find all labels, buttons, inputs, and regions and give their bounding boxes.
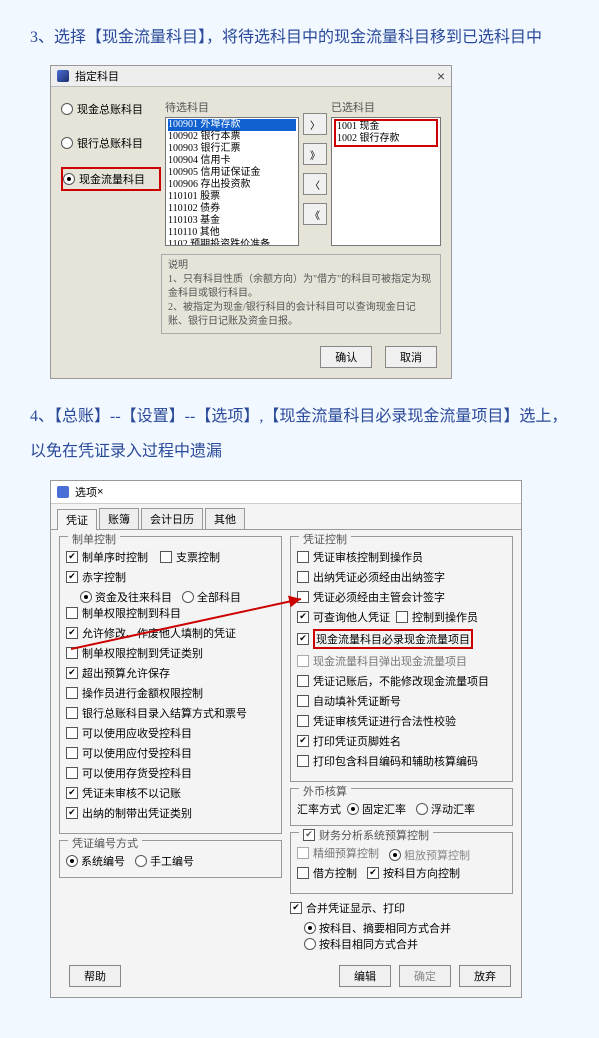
titlebar: 指定科目 × [51, 66, 451, 87]
rd-merge-by-subj[interactable]: 按科目相同方式合并 [304, 936, 418, 952]
cb-cashflow-popup[interactable]: 现金流量科目弹出现金流量项目 [297, 653, 506, 669]
app-icon [57, 70, 69, 82]
confirm-button[interactable]: 确定 [399, 965, 451, 987]
list-item[interactable]: 100904 信用卡 [168, 155, 296, 167]
edit-button[interactable]: 编辑 [339, 965, 391, 987]
pending-title: 待选科目 [165, 99, 299, 115]
tabs: 凭证 账簿 会计日历 其他 [51, 504, 521, 530]
list-item[interactable]: 1001 现金 [337, 121, 435, 133]
list-item[interactable]: 110103 基金 [168, 215, 296, 227]
cb-cashflow-required[interactable]: 现金流量科目必录现金流量项目 [297, 629, 506, 649]
help-button[interactable]: 帮助 [69, 965, 121, 987]
tab-calendar[interactable]: 会计日历 [141, 508, 203, 529]
cb-chief-sign[interactable]: 凭证必须经由主管会计签字 [297, 589, 506, 605]
rd-rough-budget[interactable]: 粗放预算控制 [389, 847, 470, 863]
list-item[interactable]: 100906 存出投资款 [168, 179, 296, 191]
rd-merge-by-subj-summary[interactable]: 按科目、摘要相同方式合并 [304, 920, 451, 936]
cb-use-ap[interactable]: 可以使用应付受控科目 [66, 745, 275, 761]
app-icon [57, 486, 69, 498]
cb-auto-fill-gap[interactable]: 自动填补凭证断号 [297, 693, 506, 709]
cb-audit-validate[interactable]: 凭证审核凭证进行合法性校验 [297, 713, 506, 729]
cb-bank-settle[interactable]: 银行总账科目录入结算方式和票号 [66, 705, 275, 721]
group-number-mode: 凭证编号方式 系统编号 手工编号 [59, 840, 282, 878]
rd-float-rate[interactable]: 浮动汇率 [416, 801, 475, 817]
step3-text: 3、选择【现金流量科目】，将待选科目中的现金流量科目移到已选科目中 [30, 20, 569, 55]
dialog-options: 选项 × 凭证 账簿 会计日历 其他 制单控制 [50, 480, 522, 998]
rd-all-accounts[interactable]: 全部科目 [182, 589, 241, 605]
cb-fine-budget[interactable]: 精细预算控制 [297, 845, 379, 861]
cb-cashier-sign[interactable]: 出纳凭证必须经由出纳签字 [297, 569, 506, 585]
list-item[interactable]: 100901 外埠存款 [168, 119, 296, 131]
group-fx: 外币核算 汇率方式 固定汇率 浮动汇率 [290, 788, 513, 826]
radio-cashflow[interactable]: 现金流量科目 [61, 167, 161, 191]
cb-debit-control[interactable]: 借方控制 [297, 865, 357, 881]
cb-query-op[interactable]: 控制到操作员 [396, 609, 478, 625]
cb-perm-type[interactable]: 制单权限控制到凭证类别 [66, 645, 275, 661]
pending-list[interactable]: 100901 外埠存款 100902 银行本票 100903 银行汇票 1009… [165, 117, 299, 246]
group-voucher-make: 制单控制 制单序时控制 支票控制 赤字控制 资金及往来科目 全部科目 制单权限控… [59, 536, 282, 834]
list-item[interactable]: 100905 信用证保证金 [168, 167, 296, 179]
list-item[interactable]: 110101 股票 [168, 191, 296, 203]
step4-text: 4、【总账】--【设置】--【选项】,【现金流量科目必录现金流量项目】选上，以免… [30, 399, 569, 469]
selected-list[interactable]: 1001 现金 1002 银行存款 [331, 117, 441, 246]
move-right-all-button[interactable]: 》 [303, 143, 327, 165]
list-item[interactable]: 110102 债券 [168, 203, 296, 215]
radio-bank[interactable]: 银行总账科目 [61, 133, 161, 153]
list-item[interactable]: 100902 银行本票 [168, 131, 296, 143]
list-item[interactable]: 110110 其他 [168, 227, 296, 239]
group-voucher-control: 凭证控制 凭证审核控制到操作员 出纳凭证必须经由出纳签字 凭证必须经由主管会计签… [290, 536, 513, 782]
move-left-all-button[interactable]: 《 [303, 203, 327, 225]
list-item[interactable]: 1002 银行存款 [337, 133, 435, 145]
abandon-button[interactable]: 放弃 [459, 965, 511, 987]
cb-print-codes[interactable]: 打印包含科目编码和辅助核算编码 [297, 753, 506, 769]
dialog-specify-account: 指定科目 × 现金总账科目 银行总账科目 现金流量科目 待选科目 100901 … [50, 65, 452, 379]
cb-audit-op[interactable]: 凭证审核控制到操作员 [297, 549, 506, 565]
cb-over-budget[interactable]: 超出预算允许保存 [66, 665, 275, 681]
rd-fixed-rate[interactable]: 固定汇率 [347, 801, 406, 817]
titlebar: 选项 × [51, 481, 521, 504]
cb-query-other[interactable]: 可查询他人凭证 [297, 609, 390, 625]
radio-cash[interactable]: 现金总账科目 [61, 99, 161, 119]
cb-amount-perm[interactable]: 操作员进行金额权限控制 [66, 685, 275, 701]
ok-button[interactable]: 确认 [320, 346, 372, 368]
cb-cashier-type[interactable]: 出纳的制带出凭证类别 [66, 805, 275, 821]
cb-need-audit[interactable]: 凭证未审核不以记账 [66, 785, 275, 801]
close-icon[interactable]: × [437, 68, 445, 84]
tab-ledger[interactable]: 账簿 [99, 508, 139, 529]
tab-voucher[interactable]: 凭证 [57, 509, 97, 530]
cb-allow-modify[interactable]: 允许修改、作废他人填制的凭证 [66, 625, 275, 641]
dialog-title: 选项 [75, 484, 97, 500]
list-item[interactable]: 1102 预期投资跌价准备 [168, 239, 296, 246]
move-right-button[interactable]: 〉 [303, 113, 327, 135]
move-left-button[interactable]: 〈 [303, 173, 327, 195]
cb-print-footer[interactable]: 打印凭证页脚姓名 [297, 733, 506, 749]
cb-perm-account[interactable]: 制单权限控制到科目 [66, 605, 275, 621]
cb-use-inv[interactable]: 可以使用存货受控科目 [66, 765, 275, 781]
cb-seq-control[interactable]: 制单序时控制 [66, 549, 148, 565]
rd-manual-number[interactable]: 手工编号 [135, 853, 194, 869]
cb-deficit[interactable]: 赤字控制 [66, 569, 275, 585]
dialog-title: 指定科目 [75, 68, 119, 84]
tab-other[interactable]: 其他 [205, 508, 245, 529]
cb-dir-control[interactable]: 按科目方向控制 [367, 865, 460, 881]
help-box: 说明 1、只有科目性质（余额方向）为"借方"的科目可被指定为现金科目或银行科目。… [161, 254, 441, 334]
cb-use-ar[interactable]: 可以使用应收受控科目 [66, 725, 275, 741]
cancel-button[interactable]: 取消 [385, 346, 437, 368]
cb-no-edit-after[interactable]: 凭证记账后，不能修改现金流量项目 [297, 673, 506, 689]
selected-title: 已选科目 [331, 99, 441, 115]
rd-auto-number[interactable]: 系统编号 [66, 853, 125, 869]
rd-fund-accounts[interactable]: 资金及往来科目 [80, 589, 172, 605]
cb-check-control[interactable]: 支票控制 [160, 549, 220, 565]
cb-merge-print[interactable]: 合并凭证显示、打印 [290, 900, 513, 916]
list-item[interactable]: 100903 银行汇票 [168, 143, 296, 155]
close-icon[interactable]: × [97, 486, 103, 498]
